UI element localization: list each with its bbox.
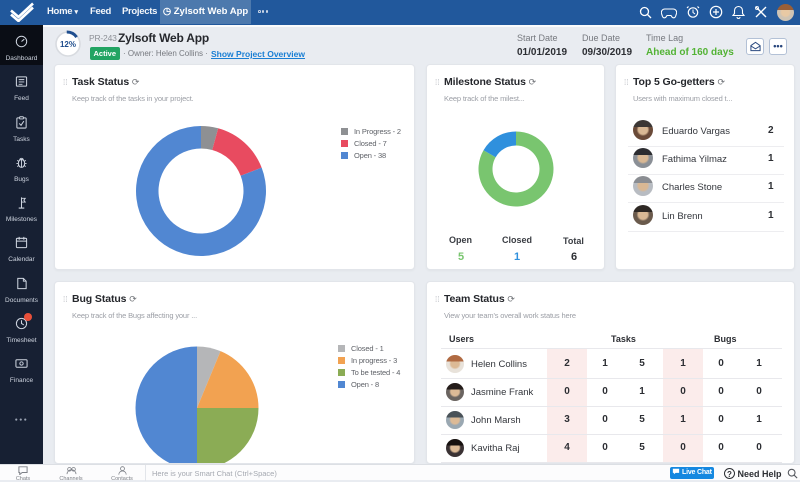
svg-text:12%: 12%	[60, 40, 76, 49]
